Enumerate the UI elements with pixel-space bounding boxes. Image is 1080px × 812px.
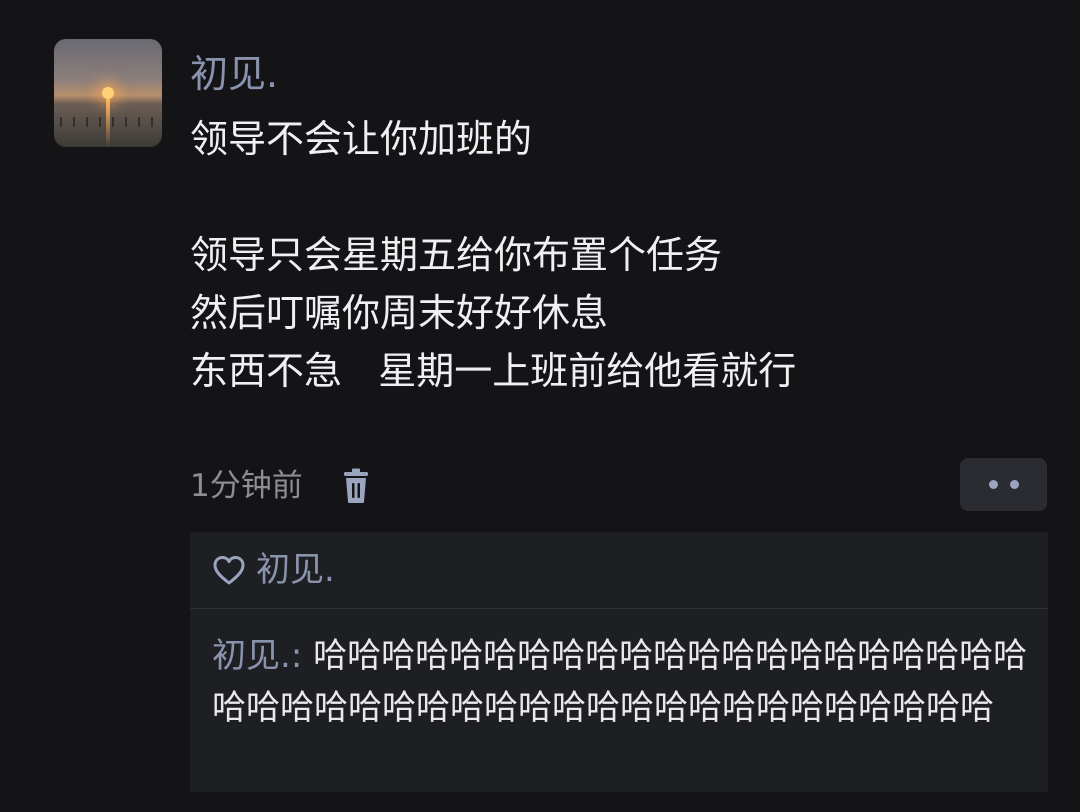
more-icon (988, 480, 998, 489)
post-timestamp: 1分钟前 (190, 468, 303, 504)
more-icon-dot (1009, 480, 1019, 489)
trash-icon[interactable] (341, 468, 371, 504)
post-meta: 1分钟前 (190, 462, 371, 510)
likes-row: 初见. (190, 532, 1048, 609)
avatar-sun (102, 87, 114, 99)
avatar[interactable] (54, 39, 162, 147)
heart-icon (213, 556, 245, 585)
comment-text: 哈哈哈哈哈哈哈哈哈哈哈哈哈哈哈哈哈哈哈哈哈哈哈哈哈哈哈哈哈哈哈哈哈哈哈哈哈哈哈哈… (212, 636, 1028, 728)
post-line-5: 东西不急 星期一上班前给他看就行 (190, 349, 797, 393)
post-line-3: 领导只会星期五给你布置个任务 (190, 233, 723, 277)
comment-author[interactable]: 初见. (212, 636, 291, 676)
comment-item[interactable]: 初见.: 哈哈哈哈哈哈哈哈哈哈哈哈哈哈哈哈哈哈哈哈哈哈哈哈哈哈哈哈哈哈哈哈哈哈哈… (212, 630, 1032, 734)
avatar-beach-figures (54, 117, 162, 127)
comment-separator: : (290, 636, 314, 676)
post-line-4: 然后叮嘱你周末好好休息 (190, 291, 609, 335)
post-line-1: 领导不会让你加班的 (190, 117, 533, 161)
like-user-name[interactable]: 初见. (256, 547, 335, 593)
interaction-panel: 初见. 初见.: 哈哈哈哈哈哈哈哈哈哈哈哈哈哈哈哈哈哈哈哈哈哈哈哈哈哈哈哈哈哈哈… (190, 532, 1048, 792)
post-content: 领导不会让你加班的 领导只会星期五给你布置个任务 然后叮嘱你周末好好休息 东西不… (190, 110, 1040, 400)
more-button[interactable] (960, 458, 1047, 511)
post-author-name[interactable]: 初见. (190, 50, 278, 98)
